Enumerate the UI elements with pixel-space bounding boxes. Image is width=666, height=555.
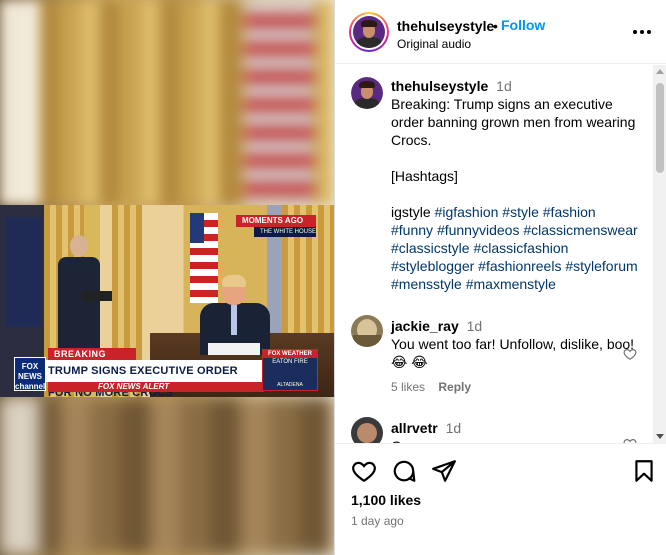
comment-meta: 5 likes Reply [391, 380, 471, 394]
comments-section[interactable]: thehulseystyle 1d Breaking: Trump signs … [335, 65, 653, 443]
weather-box: FOX WEATHER EATON FIRE ALTADENA [262, 349, 318, 391]
blurred-background-bottom [0, 397, 334, 555]
hashtag-plain: igstyle [391, 204, 431, 220]
presidential-flag [6, 217, 42, 327]
commenter-avatar[interactable] [351, 417, 383, 443]
follow-button[interactable]: Follow [501, 17, 545, 33]
comment-icon[interactable] [391, 458, 417, 484]
separator-dot: • [493, 18, 498, 34]
comment-time: 1d [445, 420, 462, 436]
hashtag-link[interactable]: #classicfashion [473, 240, 568, 256]
hashtag-link[interactable]: #funnyvideos [437, 222, 520, 238]
caption-text: Breaking: Trump signs an executive order… [391, 96, 636, 148]
comments-scrollbar[interactable] [653, 65, 666, 443]
scroll-down-icon[interactable] [656, 434, 664, 439]
fox-news-logo: FOX NEWS channel [14, 357, 46, 391]
comment-likes[interactable]: 5 likes [391, 380, 425, 394]
news-headline: TRUMP SIGNS EXECUTIVE ORDER FOR NO MORE … [14, 360, 264, 397]
hashtag-link[interactable]: #mensstyle [391, 276, 462, 292]
post-header: thehulseystyle • Follow Original audio [335, 0, 666, 64]
heart-icon[interactable] [351, 458, 377, 484]
caption-avatar[interactable] [351, 77, 383, 109]
comment-username[interactable]: jackie_ray [391, 318, 459, 334]
author-avatar[interactable] [349, 12, 389, 52]
hashtag-link[interactable]: #classicstyle [391, 240, 470, 256]
hashtag-link[interactable]: #style [502, 204, 539, 220]
video-frame[interactable]: MOMENTS AGO THE WHITE HOUSE BREAKING NEW… [0, 205, 334, 397]
hashtag-link[interactable]: #maxmenstyle [466, 276, 556, 292]
hashtag-link[interactable]: #styleblogger [391, 258, 474, 274]
audio-label[interactable]: Original audio [397, 37, 471, 51]
comment-time: 1d [466, 318, 483, 334]
moments-ago-badge: MOMENTS AGO THE WHITE HOUSE [236, 215, 316, 239]
post-date[interactable]: 1 day ago [351, 514, 404, 528]
caption-time: 1d [496, 78, 512, 94]
caption-username[interactable]: thehulseystyle [391, 78, 488, 94]
reply-button[interactable]: Reply [438, 380, 471, 394]
scrollbar-thumb[interactable] [656, 83, 664, 173]
comment: allrvetr 1d C [391, 419, 641, 443]
news-alert-label: FOX NEWS ALERT [48, 382, 264, 392]
blurred-background-top [0, 0, 334, 205]
author-username[interactable]: thehulseystyle [397, 18, 494, 34]
share-icon[interactable] [431, 458, 457, 484]
document [208, 343, 260, 355]
likes-count[interactable]: 1,100 likes [351, 492, 421, 508]
more-icon[interactable] [633, 26, 653, 38]
caption: thehulseystyle 1d Breaking: Trump signs … [391, 77, 641, 293]
post-sidebar: thehulseystyle • Follow Original audio t… [334, 0, 666, 555]
comment-username[interactable]: allrvetr [391, 420, 438, 436]
reel-media[interactable]: MOMENTS AGO THE WHITE HOUSE BREAKING NEW… [0, 0, 334, 555]
hashtags-header: [Hashtags] [391, 168, 458, 184]
comment: jackie_ray 1d You went too far! Unfollow… [391, 317, 641, 371]
bookmark-icon[interactable] [631, 458, 657, 484]
commenter-avatar[interactable] [351, 315, 383, 347]
hashtag-link[interactable]: #fashionreels [478, 258, 561, 274]
comment-text: You went too far! Unfollow, dislike, boo… [391, 336, 635, 370]
hashtag-link[interactable]: #styleforum [565, 258, 637, 274]
hashtag-link[interactable]: #fashion [543, 204, 596, 220]
hashtag-link[interactable]: #igfashion [435, 204, 499, 220]
scroll-up-icon[interactable] [656, 69, 664, 74]
comment-heart-icon[interactable] [623, 347, 637, 361]
hashtag-link[interactable]: #funny [391, 222, 433, 238]
action-bar: 1,100 likes 1 day ago [335, 443, 666, 555]
hashtag-link[interactable]: #classicmenswear [523, 222, 637, 238]
breaking-news-label: BREAKING NEWS [48, 348, 136, 371]
